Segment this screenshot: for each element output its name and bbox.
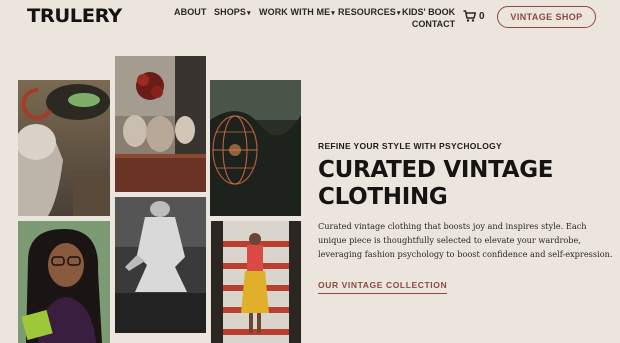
photo-curly-hair-cafe xyxy=(18,80,110,216)
nav-item-kids-book[interactable]: KIDS' BOOK xyxy=(402,6,455,18)
nav-item-resources[interactable]: RESOURCES▾ xyxy=(338,7,401,17)
hero-headline-line: CURATED VINTAGE xyxy=(318,157,554,183)
caret-down-icon: ▾ xyxy=(247,10,251,17)
caret-down-icon: ▾ xyxy=(396,10,401,17)
photo-woman-reading xyxy=(18,221,110,343)
site-logo[interactable]: TRULERY xyxy=(27,5,122,27)
nav-item-label: WORK WITH ME xyxy=(259,7,331,17)
photo-yellow-skirt-stairs xyxy=(211,221,301,343)
hero-description: Curated vintage clothing that boosts joy… xyxy=(318,221,613,259)
nav-item-label: SHOPS xyxy=(214,7,247,17)
vintage-collection-link[interactable]: OUR VINTAGE COLLECTION xyxy=(318,280,448,294)
nav-item-contact[interactable]: CONTACT xyxy=(402,18,455,30)
hero-eyebrow: REFINE YOUR STYLE WITH PSYCHOLOGY xyxy=(318,141,503,151)
hero-headline-line: CLOTHING xyxy=(318,184,448,210)
nav-item-about[interactable]: ABOUT xyxy=(174,7,207,17)
photo-vases-bouquet xyxy=(115,56,206,192)
vintage-shop-button[interactable]: VINTAGE SHOP xyxy=(497,6,596,28)
shopping-cart-icon xyxy=(463,10,476,22)
nav-item-label: ABOUT xyxy=(174,7,207,17)
photo-dress-bw xyxy=(115,197,206,333)
nav-group-right: KIDS' BOOK CONTACT xyxy=(402,6,455,30)
cart-count: 0 xyxy=(479,10,485,22)
nav-item-work-with-me[interactable]: WORK WITH ME▾ xyxy=(259,7,335,17)
cart-button[interactable]: 0 xyxy=(463,10,485,22)
nav-item-shops[interactable]: SHOPS▾ xyxy=(214,7,251,17)
photo-lantern-woods xyxy=(210,80,301,216)
nav-item-label: RESOURCES xyxy=(338,7,396,17)
hero-headline: CURATED VINTAGE CLOTHING xyxy=(318,157,598,211)
caret-down-icon: ▾ xyxy=(331,10,335,17)
